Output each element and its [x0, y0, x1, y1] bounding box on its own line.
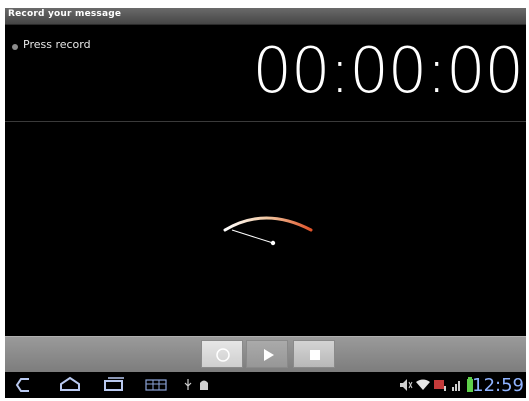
signal-icon	[434, 380, 446, 391]
record-icon	[216, 348, 230, 362]
android-debug-icon	[200, 380, 208, 390]
level-meter-scale	[223, 216, 313, 232]
clock: 12:59	[472, 375, 524, 396]
play-button[interactable]	[246, 340, 288, 368]
playback-controls	[5, 336, 526, 373]
elapsed-timer: 00:00:00	[252, 34, 524, 107]
level-meter	[223, 216, 313, 246]
recent-apps-icon[interactable]	[102, 376, 126, 392]
stop-button[interactable]	[293, 340, 335, 368]
title-bar: Record your message	[5, 8, 526, 25]
status-panel: Press record 00:00:00	[5, 25, 526, 121]
mute-icon	[400, 379, 413, 391]
level-meter-pivot	[270, 240, 276, 246]
stop-icon	[310, 350, 320, 360]
window-title: Record your message	[8, 9, 122, 19]
system-bar: 12:59	[5, 372, 526, 398]
back-icon[interactable]	[15, 377, 35, 393]
record-status-dot-icon	[12, 44, 18, 50]
wifi-icon	[416, 379, 430, 390]
status-text: Press record	[23, 38, 91, 51]
home-icon[interactable]	[58, 376, 82, 392]
play-icon	[264, 349, 274, 361]
level-meter-area	[5, 122, 526, 336]
record-button[interactable]	[201, 340, 243, 368]
app-screen: Record your message Press record 00:00:0…	[5, 8, 526, 398]
keyboard-icon[interactable]	[145, 379, 169, 391]
level-meter-needle	[231, 229, 274, 244]
signal-bars-icon	[452, 381, 460, 391]
usb-icon	[184, 379, 192, 390]
